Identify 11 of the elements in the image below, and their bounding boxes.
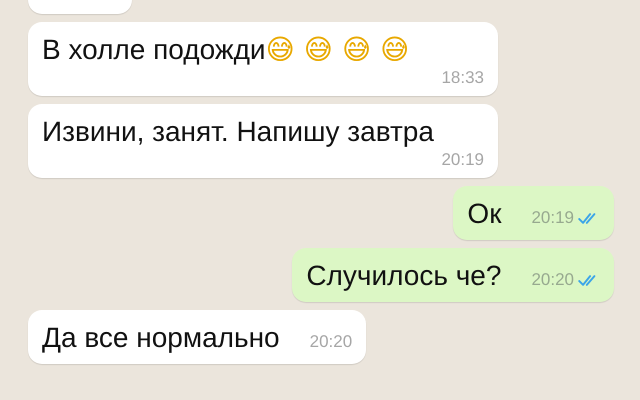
message-text: В холле подожди: [42, 33, 266, 67]
message-text: Ок: [467, 197, 502, 231]
message-text: Да все нормально: [42, 321, 280, 355]
message-text: Случилось че?: [306, 259, 502, 293]
emoji: 😅😅😅😅: [266, 32, 418, 68]
message-time: 18:33: [441, 68, 484, 88]
message-time: 20:20: [310, 332, 352, 352]
message-time: 20:20: [531, 270, 574, 290]
message-time: 20:19: [531, 208, 574, 228]
message-time: 20:19: [441, 150, 484, 170]
message-text: Извини, занят. Напишу завтра: [42, 115, 434, 149]
